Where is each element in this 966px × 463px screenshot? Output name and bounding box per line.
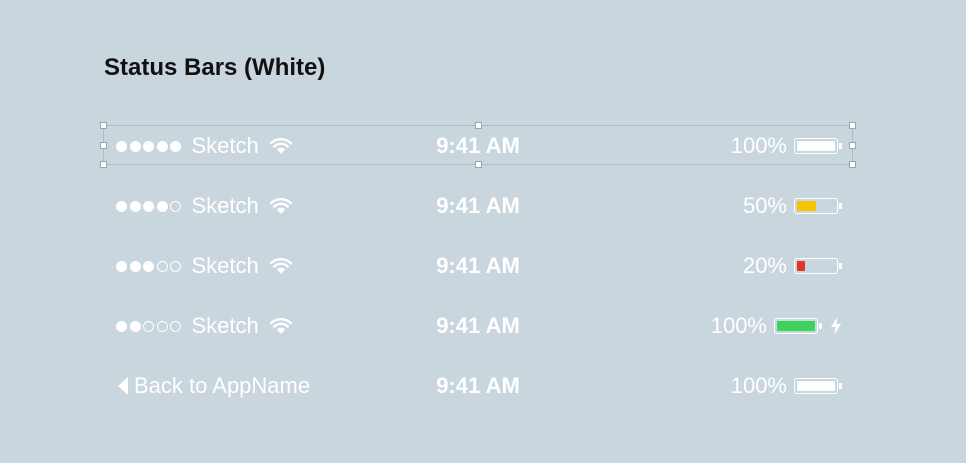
signal-dot-filled bbox=[116, 200, 127, 212]
battery-level-fill bbox=[777, 321, 815, 331]
battery-icon bbox=[794, 258, 842, 274]
time-label: 9:41 AM bbox=[436, 133, 520, 158]
signal-strength-indicator bbox=[116, 320, 184, 332]
status-bar-right: 20% bbox=[743, 246, 854, 286]
signal-dot-filled bbox=[129, 140, 141, 152]
status-bar-charging[interactable]: Sketch 9:41 AM 100% bbox=[104, 306, 854, 346]
status-bar-back-to-app[interactable]: Back to AppName 9:41 AM 100% bbox=[104, 366, 854, 406]
wifi-icon bbox=[269, 258, 292, 274]
status-bar-right: 100% bbox=[731, 126, 854, 166]
charging-bolt-icon bbox=[831, 317, 841, 335]
status-bar-left: Sketch bbox=[116, 186, 293, 226]
signal-dot-filled bbox=[129, 200, 141, 212]
wifi-icon bbox=[269, 138, 292, 154]
status-bar-right: 100% bbox=[711, 306, 854, 346]
signal-dot-filled bbox=[116, 320, 127, 332]
time-label: 9:41 AM bbox=[436, 253, 520, 278]
page-title: Status Bars (White) bbox=[104, 54, 326, 81]
carrier-name: Sketch bbox=[191, 253, 259, 278]
battery-percentage: 100% bbox=[730, 133, 787, 158]
status-bar-three-bars[interactable]: Sketch 9:41 AM 20% bbox=[104, 246, 854, 286]
signal-dot-empty bbox=[156, 260, 168, 272]
status-bar-left: Sketch bbox=[116, 306, 293, 346]
signal-dot-filled bbox=[143, 200, 154, 212]
signal-dot-empty bbox=[156, 320, 168, 332]
signal-dot-filled bbox=[156, 140, 168, 152]
battery-percentage: 20% bbox=[742, 253, 787, 278]
battery-icon bbox=[794, 378, 842, 394]
signal-dot-filled bbox=[143, 260, 154, 272]
battery-icon bbox=[774, 318, 822, 334]
signal-dot-filled bbox=[156, 200, 168, 212]
status-bar-left: Sketch bbox=[116, 126, 293, 166]
battery-level-fill bbox=[797, 141, 835, 151]
battery-level-fill bbox=[797, 201, 816, 211]
back-arrow-icon[interactable] bbox=[116, 376, 130, 396]
wifi-icon bbox=[269, 318, 292, 334]
status-bar-four-bars[interactable]: Sketch 9:41 AM 50% bbox=[104, 186, 854, 226]
battery-percentage: 100% bbox=[730, 373, 787, 398]
wifi-icon bbox=[269, 198, 292, 214]
signal-dot-filled bbox=[129, 260, 141, 272]
signal-strength-indicator bbox=[116, 140, 184, 152]
signal-strength-indicator bbox=[116, 200, 184, 212]
time-label: 9:41 AM bbox=[436, 313, 520, 338]
battery-level-fill bbox=[797, 261, 805, 271]
signal-dot-filled bbox=[129, 320, 141, 332]
status-bar-left: Sketch bbox=[116, 246, 293, 286]
status-bar-right: 100% bbox=[731, 366, 854, 406]
carrier-name: Sketch bbox=[191, 133, 259, 158]
battery-percentage: 100% bbox=[710, 313, 767, 338]
status-bar-right: 50% bbox=[743, 186, 854, 226]
carrier-name: Sketch bbox=[191, 313, 259, 338]
status-bar-left[interactable]: Back to AppName bbox=[116, 366, 310, 406]
time-label: 9:41 AM bbox=[436, 193, 520, 218]
battery-icon bbox=[794, 138, 842, 154]
signal-dot-filled bbox=[143, 140, 154, 152]
status-bar-full-signal[interactable]: Sketch 9:41 AM 100% bbox=[104, 126, 854, 166]
battery-percentage: 50% bbox=[742, 193, 787, 218]
signal-dot-empty bbox=[170, 320, 181, 332]
signal-dot-filled bbox=[170, 140, 181, 152]
signal-strength-indicator bbox=[116, 260, 184, 272]
back-to-app-link[interactable]: Back to AppName bbox=[134, 373, 310, 399]
battery-icon bbox=[794, 198, 842, 214]
signal-dot-empty bbox=[170, 200, 181, 212]
time-label: 9:41 AM bbox=[436, 373, 520, 398]
battery-level-fill bbox=[797, 381, 835, 391]
signal-dot-filled bbox=[116, 260, 127, 272]
signal-dot-empty bbox=[143, 320, 154, 332]
signal-dot-empty bbox=[170, 260, 181, 272]
carrier-name: Sketch bbox=[191, 193, 259, 218]
signal-dot-filled bbox=[116, 140, 127, 152]
